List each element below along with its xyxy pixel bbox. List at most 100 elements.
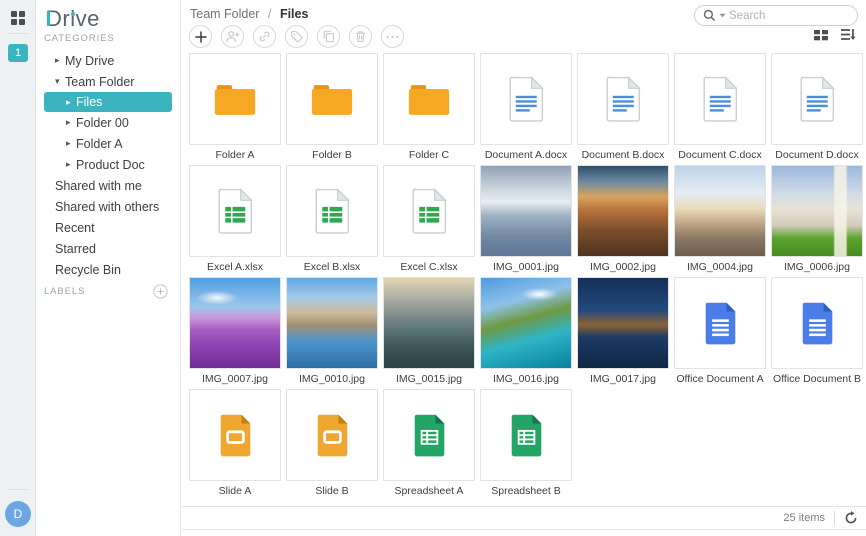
view-controls [814,28,856,41]
file-card-slide-a[interactable] [189,389,281,481]
folder-icon [212,80,258,119]
file-card-img-0002-jpg[interactable] [577,165,669,257]
gslide-icon [217,413,254,458]
file-card-office-document-b[interactable] [771,277,863,369]
breadcrumb-parent[interactable]: Team Folder [190,7,259,21]
file-label: IMG_0007.jpg [189,369,281,389]
tag-icon [290,30,303,43]
file-card-img-0017-jpg[interactable] [577,277,669,369]
sidebar-item-recycle-bin[interactable]: Recycle Bin [36,259,181,280]
sidebar-item-product-doc[interactable]: ▸Product Doc [36,154,181,175]
file-card-excel-b-xlsx[interactable] [286,165,378,257]
file-label: IMG_0016.jpg [480,369,572,389]
grid-cell: Folder A [189,53,281,165]
photo-thumbnail-amalfi-coast [287,278,377,368]
sidebar-item-my-drive[interactable]: ▸My Drive [36,50,181,71]
file-card-img-0016-jpg[interactable] [480,277,572,369]
sidebar-item-team-folder[interactable]: ▾Team Folder [36,71,181,92]
grid-view-icon[interactable] [814,29,828,41]
sidebar-item-label: Shared with me [55,179,142,193]
doc-icon [603,75,644,124]
file-card-folder-c[interactable] [383,53,475,145]
breadcrumb-current: Files [280,7,309,21]
file-label: Document D.docx [771,145,863,165]
sidebar-item-starred[interactable]: Starred [36,238,181,259]
file-card-spreadsheet-b[interactable] [480,389,572,481]
grid-cell: Excel B.xlsx [286,165,378,277]
footer-divider [834,511,835,525]
more-button[interactable] [381,25,404,48]
sidebar-nav: ▸My Drive▾Team Folder▸Files▸Folder 00▸Fo… [36,50,181,280]
gsheet-icon [508,413,545,458]
file-card-office-document-a[interactable] [674,277,766,369]
sidebar-item-label: Starred [55,242,96,256]
sidebar-item-label: Files [76,95,102,109]
grid-cell: Folder C [383,53,475,165]
sidebar-item-label: Recycle Bin [55,263,121,277]
file-card-img-0015-jpg[interactable] [383,277,475,369]
file-card-img-0001-jpg[interactable] [480,165,572,257]
search-input[interactable] [729,10,849,22]
sidebar-item-shared-with-me[interactable]: Shared with me [36,175,181,196]
search-scope-caret-icon[interactable] [719,13,726,18]
file-card-spreadsheet-a[interactable] [383,389,475,481]
delete-button[interactable] [349,25,372,48]
copy-icon [322,30,335,43]
file-card-excel-a-xlsx[interactable] [189,165,281,257]
add-button[interactable] [189,25,212,48]
sidebar-item-recent[interactable]: Recent [36,217,181,238]
chevron-right-icon: ▸ [66,159,76,170]
sidebar-item-folder-a[interactable]: ▸Folder A [36,133,181,154]
photo-thumbnail-pisa-tower-lawn [772,166,862,256]
add-label-icon[interactable] [153,284,168,299]
file-card-img-0007-jpg[interactable] [189,277,281,369]
search-box [694,5,858,26]
sidebar-item-shared-with-others[interactable]: Shared with others [36,196,181,217]
file-card-img-0006-jpg[interactable] [771,165,863,257]
file-card-document-c-docx[interactable] [674,53,766,145]
file-label: Folder A [189,145,281,165]
apps-grid-icon[interactable] [9,9,27,27]
file-card-slide-b[interactable] [286,389,378,481]
photo-thumbnail-hillside-town [675,166,765,256]
file-card-img-0004-jpg[interactable] [674,165,766,257]
rail-divider [7,489,28,490]
file-card-excel-c-xlsx[interactable] [383,165,475,257]
file-card-document-b-docx[interactable] [577,53,669,145]
file-card-img-0010-jpg[interactable] [286,277,378,369]
file-card-folder-a[interactable] [189,53,281,145]
refresh-icon[interactable] [844,511,858,525]
sort-icon[interactable] [841,28,856,41]
share-user-button[interactable] [221,25,244,48]
person-add-icon [225,30,240,43]
toolbar [189,25,404,48]
chevron-right-icon: ▸ [55,55,65,66]
share-link-button[interactable] [253,25,276,48]
file-card-document-a-docx[interactable] [480,53,572,145]
drive-logo-text: Drive [46,6,100,31]
search-icon[interactable] [703,9,716,22]
gdoc-icon [702,301,739,346]
sidebar-item-folder-00[interactable]: ▸Folder 00 [36,112,181,133]
grid-cell: IMG_0016.jpg [480,277,572,389]
sidebar-item-label: Team Folder [65,75,134,89]
grid-cell: Office Document B [771,277,863,389]
file-card-document-d-docx[interactable] [771,53,863,145]
grid-cell: IMG_0004.jpg [674,165,766,277]
grid-cell: Spreadsheet A [383,389,475,501]
file-card-folder-b[interactable] [286,53,378,145]
sidebar-item-files[interactable]: ▸Files [44,92,172,112]
copy-button[interactable] [317,25,340,48]
file-label: IMG_0002.jpg [577,257,669,277]
file-label: Document A.docx [480,145,572,165]
plus-icon [195,31,207,43]
grid-cell: Document C.docx [674,53,766,165]
folder-icon [309,80,355,119]
breadcrumb-separator: / [268,7,271,21]
notification-badge[interactable]: 1 [8,44,28,62]
grid-cell: Document A.docx [480,53,572,165]
user-avatar[interactable]: D [5,501,31,527]
grid-cell: IMG_0010.jpg [286,277,378,389]
label-tag-button[interactable] [285,25,308,48]
file-label: IMG_0006.jpg [771,257,863,277]
